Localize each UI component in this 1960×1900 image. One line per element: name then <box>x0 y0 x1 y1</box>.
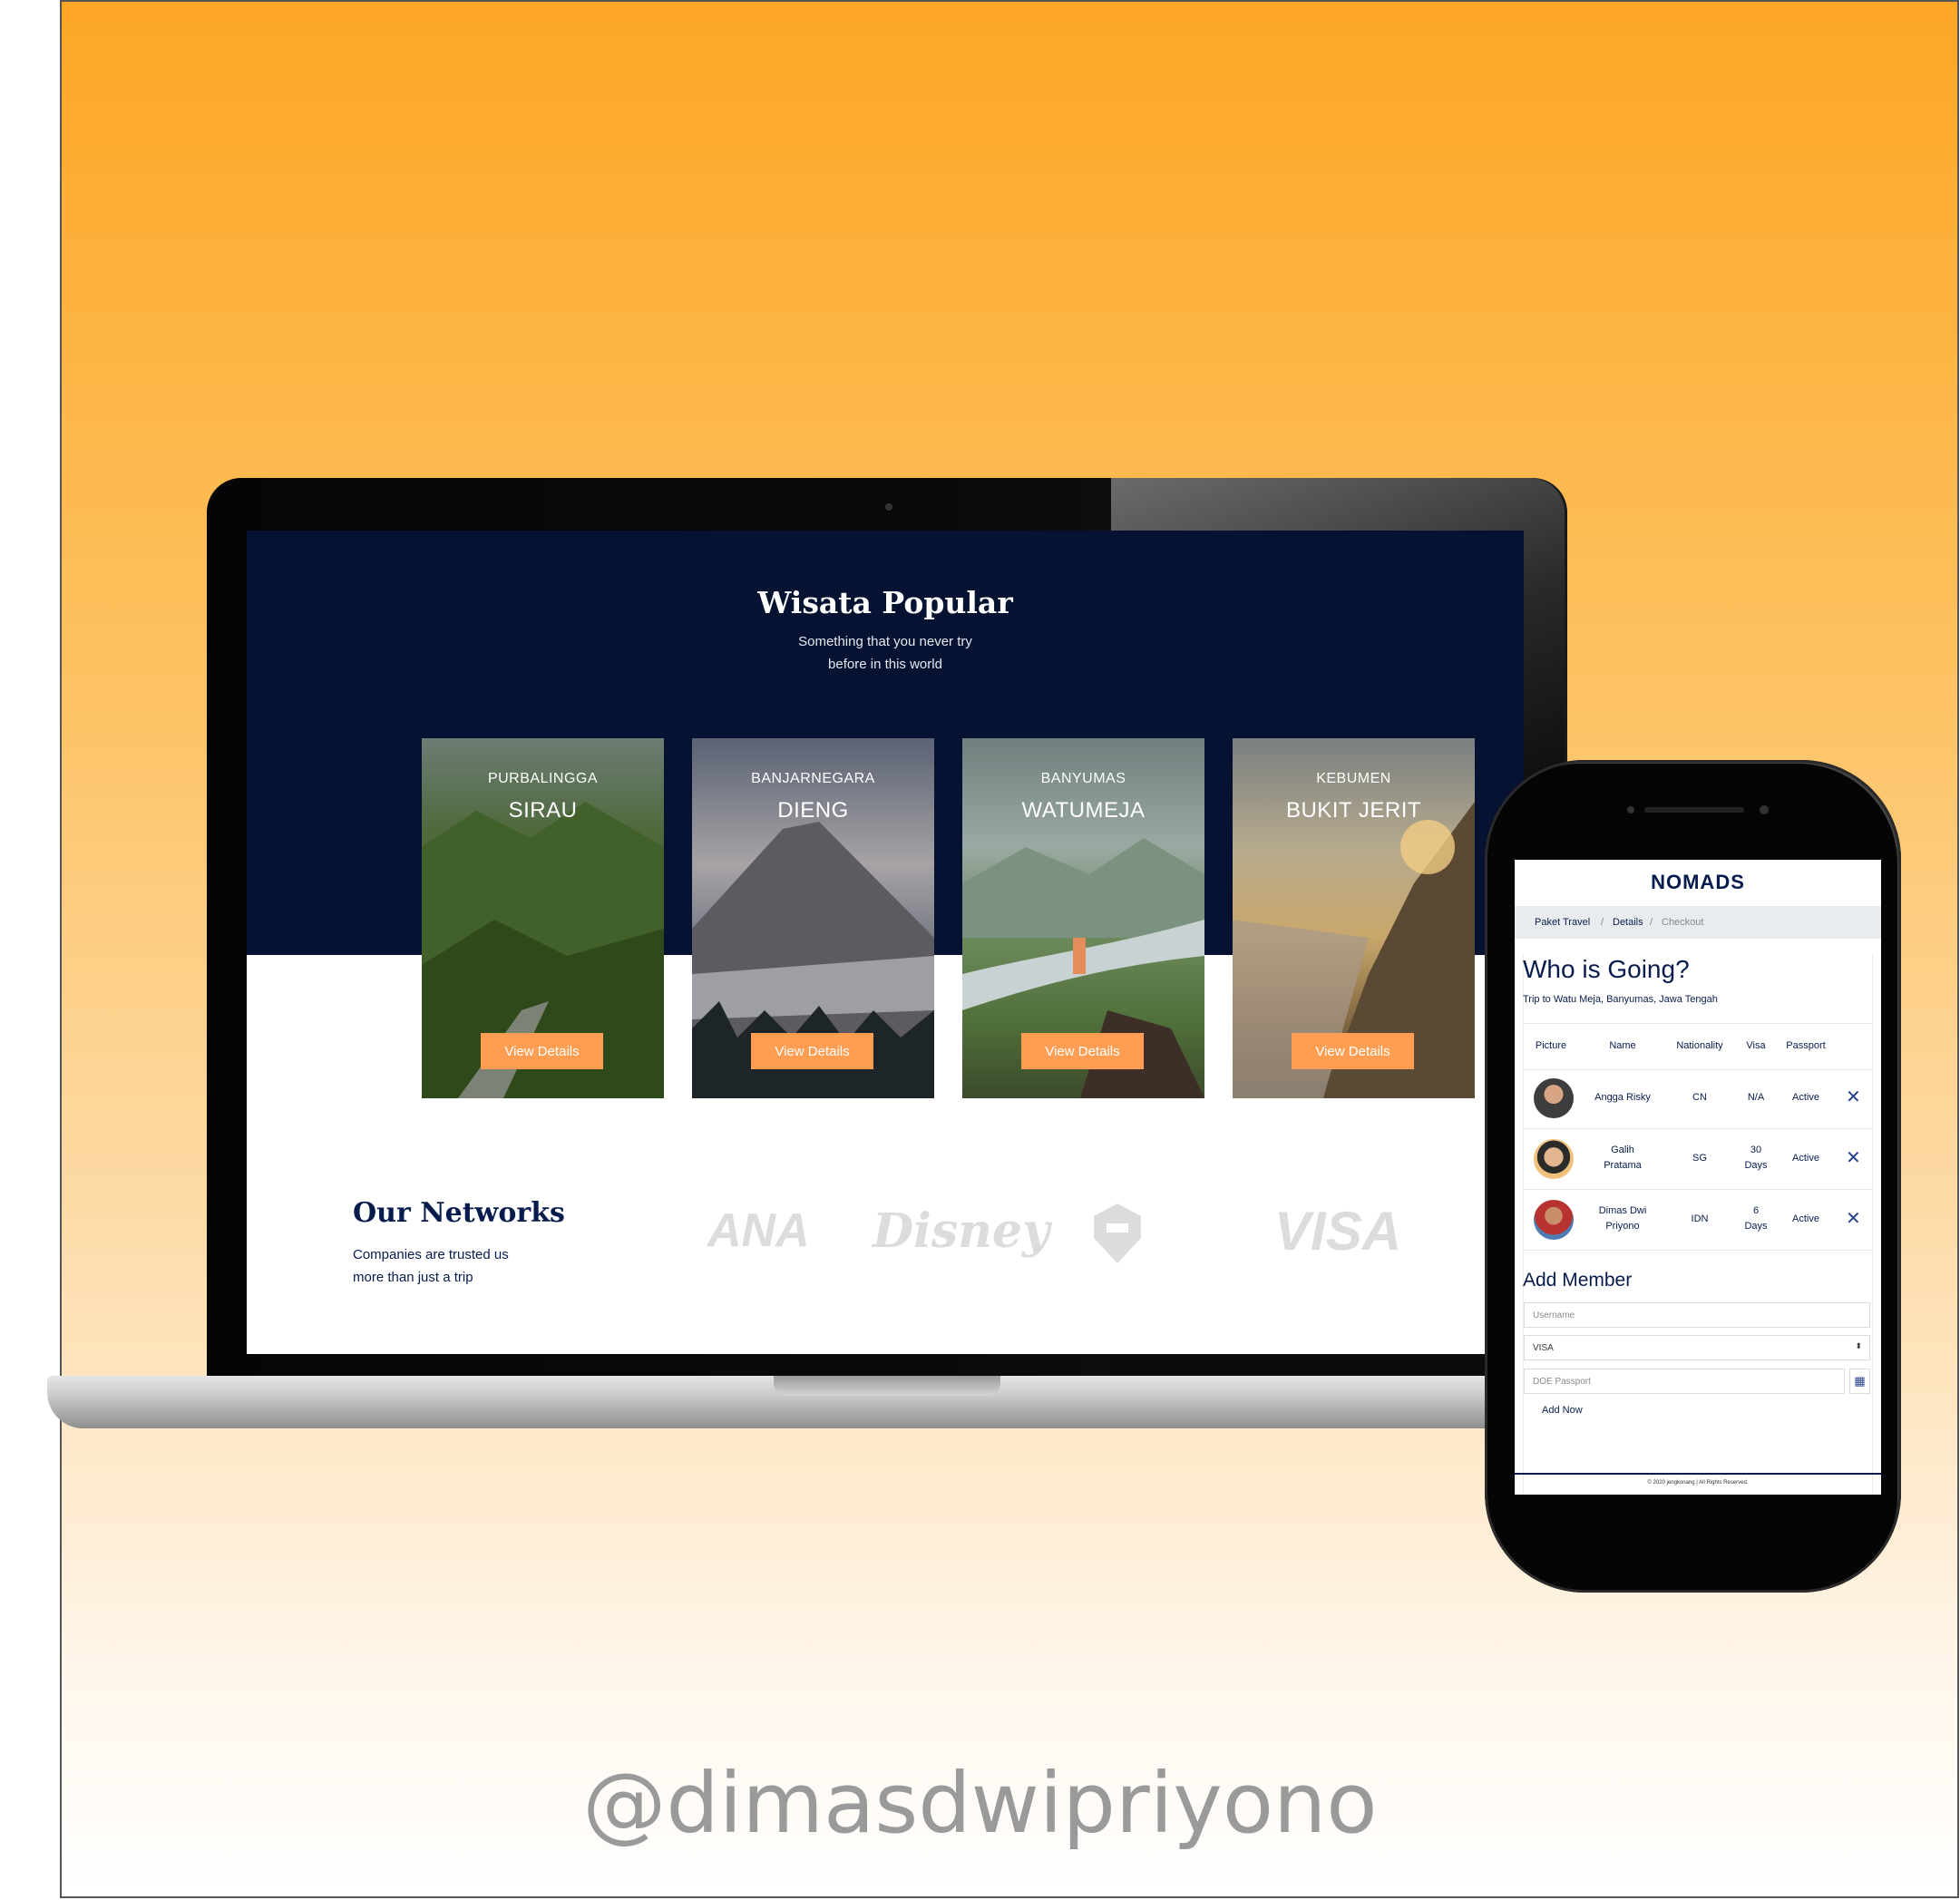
member-name-line1: Angga Risky <box>1594 1092 1651 1103</box>
member-visa: N/A <box>1747 1092 1765 1103</box>
avatar <box>1534 1139 1574 1179</box>
table-row: Dimas Dwi Priyono IDN 6 Days Active ✕ <box>1523 1190 1871 1251</box>
remove-icon[interactable]: ✕ <box>1846 1149 1861 1167</box>
member-nationality: CN <box>1692 1092 1707 1103</box>
card-name: SIRAU <box>508 798 578 823</box>
table-row: Galih Pratama SG 30 Days Active ✕ <box>1523 1129 1871 1190</box>
card-city: KEBUMEN <box>1316 771 1391 786</box>
networks-subtitle: Companies are trusted us more than just … <box>353 1243 534 1289</box>
brand-logo[interactable]: NOMADS <box>1515 871 1881 894</box>
visa-select[interactable]: VISA ⬍ <box>1524 1335 1870 1360</box>
card-city: BANJARNEGARA <box>751 771 875 786</box>
breadcrumb-separator: / <box>1650 917 1653 928</box>
th-picture: Picture <box>1535 1040 1567 1051</box>
member-name: Dimas Dwi Priyono <box>1591 1203 1654 1234</box>
footer-copyright: © 2020 jengkonang | All Rights Reserved. <box>1515 1473 1881 1495</box>
view-details-button[interactable]: View Details <box>1292 1033 1414 1069</box>
member-nationality: SG <box>1692 1153 1707 1164</box>
laptop-screen: Wisata Popular Something that you never … <box>247 531 1524 1354</box>
add-now-button[interactable]: Add Now <box>1542 1405 1583 1416</box>
shield-logo <box>1094 1203 1141 1263</box>
phone-speaker <box>1644 807 1744 813</box>
disney-logo: Disney <box>873 1203 1050 1259</box>
username-input[interactable]: Username <box>1524 1302 1870 1328</box>
page-title: Who is Going? <box>1523 955 1690 983</box>
section-subtitle: Something that you never try before in t… <box>247 630 1524 676</box>
remove-icon[interactable]: ✕ <box>1846 1088 1861 1106</box>
table-row: Angga Risky CN N/A Active ✕ <box>1523 1068 1871 1129</box>
phone-camera <box>1760 805 1769 814</box>
member-name: Angga Risky <box>1591 1090 1654 1106</box>
networks-subtitle-line2: more than just a trip <box>353 1270 473 1285</box>
view-details-button[interactable]: View Details <box>751 1033 873 1069</box>
add-member-title: Add Member <box>1523 1270 1633 1291</box>
trip-subtitle: Trip to Watu Meja, Banyumas, Jawa Tengah <box>1523 994 1718 1005</box>
ana-logo: ANA <box>707 1204 810 1257</box>
breadcrumb-paket-travel[interactable]: Paket Travel <box>1535 917 1590 928</box>
member-passport: Active <box>1792 1092 1819 1103</box>
calendar-icon[interactable]: ▦ <box>1849 1369 1870 1394</box>
travel-card[interactable]: BANYUMAS WATUMEJA View Details <box>962 738 1204 1098</box>
phone-screen: NOMADS Paket Travel / Details / Checkout… <box>1515 860 1881 1495</box>
view-details-button[interactable]: View Details <box>1021 1033 1144 1069</box>
member-visa-line2: Days <box>1744 1160 1768 1171</box>
breadcrumb-checkout: Checkout <box>1662 917 1704 928</box>
member-passport: Active <box>1792 1213 1819 1224</box>
select-arrows-icon: ⬍ <box>1855 1341 1862 1350</box>
th-nationality: Nationality <box>1676 1040 1723 1051</box>
member-visa: 30 Days <box>1738 1143 1774 1174</box>
member-name: Galih Pratama <box>1591 1143 1654 1174</box>
member-visa: 6 Days <box>1738 1203 1774 1234</box>
card-city: PURBALINGGA <box>487 771 599 786</box>
remove-icon[interactable]: ✕ <box>1846 1210 1861 1228</box>
breadcrumb-separator: / <box>1601 917 1604 928</box>
breadcrumb-details[interactable]: Details <box>1613 917 1643 928</box>
th-visa: Visa <box>1746 1040 1766 1051</box>
card-city: BANYUMAS <box>1040 771 1126 786</box>
member-passport: Active <box>1792 1153 1819 1164</box>
table-header: Picture Name Nationality Visa Passport <box>1523 1023 1871 1070</box>
th-passport: Passport <box>1786 1040 1826 1051</box>
travel-card[interactable]: BANJARNEGARA DIENG View Details <box>692 738 934 1098</box>
section-subtitle-line2: before in this world <box>828 657 942 672</box>
laptop-camera <box>885 503 892 511</box>
member-visa-line1: 6 <box>1752 1205 1760 1216</box>
member-name-line1: Galih <box>1611 1145 1634 1155</box>
laptop-notch <box>774 1376 1000 1396</box>
card-name: DIENG <box>777 798 849 823</box>
section-subtitle-line1: Something that you never try <box>798 634 972 649</box>
member-name-line2: Pratama <box>1604 1160 1642 1171</box>
card-name: BUKIT JERIT <box>1285 798 1422 823</box>
breadcrumb: Paket Travel / Details / Checkout <box>1515 906 1881 939</box>
member-visa-line2: Days <box>1744 1221 1768 1232</box>
visa-select-value: VISA <box>1533 1343 1554 1353</box>
section-title: Wisata Popular <box>757 585 1013 620</box>
travel-card[interactable]: PURBALINGGA SIRAU View Details <box>422 738 664 1098</box>
avatar <box>1534 1078 1574 1118</box>
networks-subtitle-line1: Companies are trusted us <box>353 1247 509 1262</box>
doe-passport-input[interactable]: DOE Passport <box>1524 1369 1845 1394</box>
member-nationality: IDN <box>1691 1213 1709 1224</box>
travel-card[interactable]: KEBUMEN BUKIT JERIT View Details <box>1233 738 1475 1098</box>
th-name: Name <box>1609 1040 1636 1051</box>
phone-sensor <box>1627 806 1634 814</box>
card-name: WATUMEJA <box>1021 798 1146 823</box>
member-visa-line1: 30 <box>1750 1145 1762 1155</box>
watermark-handle: @dimasdwipriyono <box>582 1755 1378 1852</box>
member-name-line2: Priyono <box>1605 1221 1640 1232</box>
networks-title: Our Networks <box>353 1197 565 1229</box>
avatar <box>1534 1200 1574 1240</box>
view-details-button[interactable]: View Details <box>481 1033 603 1069</box>
member-name-line1: Dimas Dwi <box>1598 1205 1647 1216</box>
visa-logo: VISA <box>1274 1201 1402 1262</box>
